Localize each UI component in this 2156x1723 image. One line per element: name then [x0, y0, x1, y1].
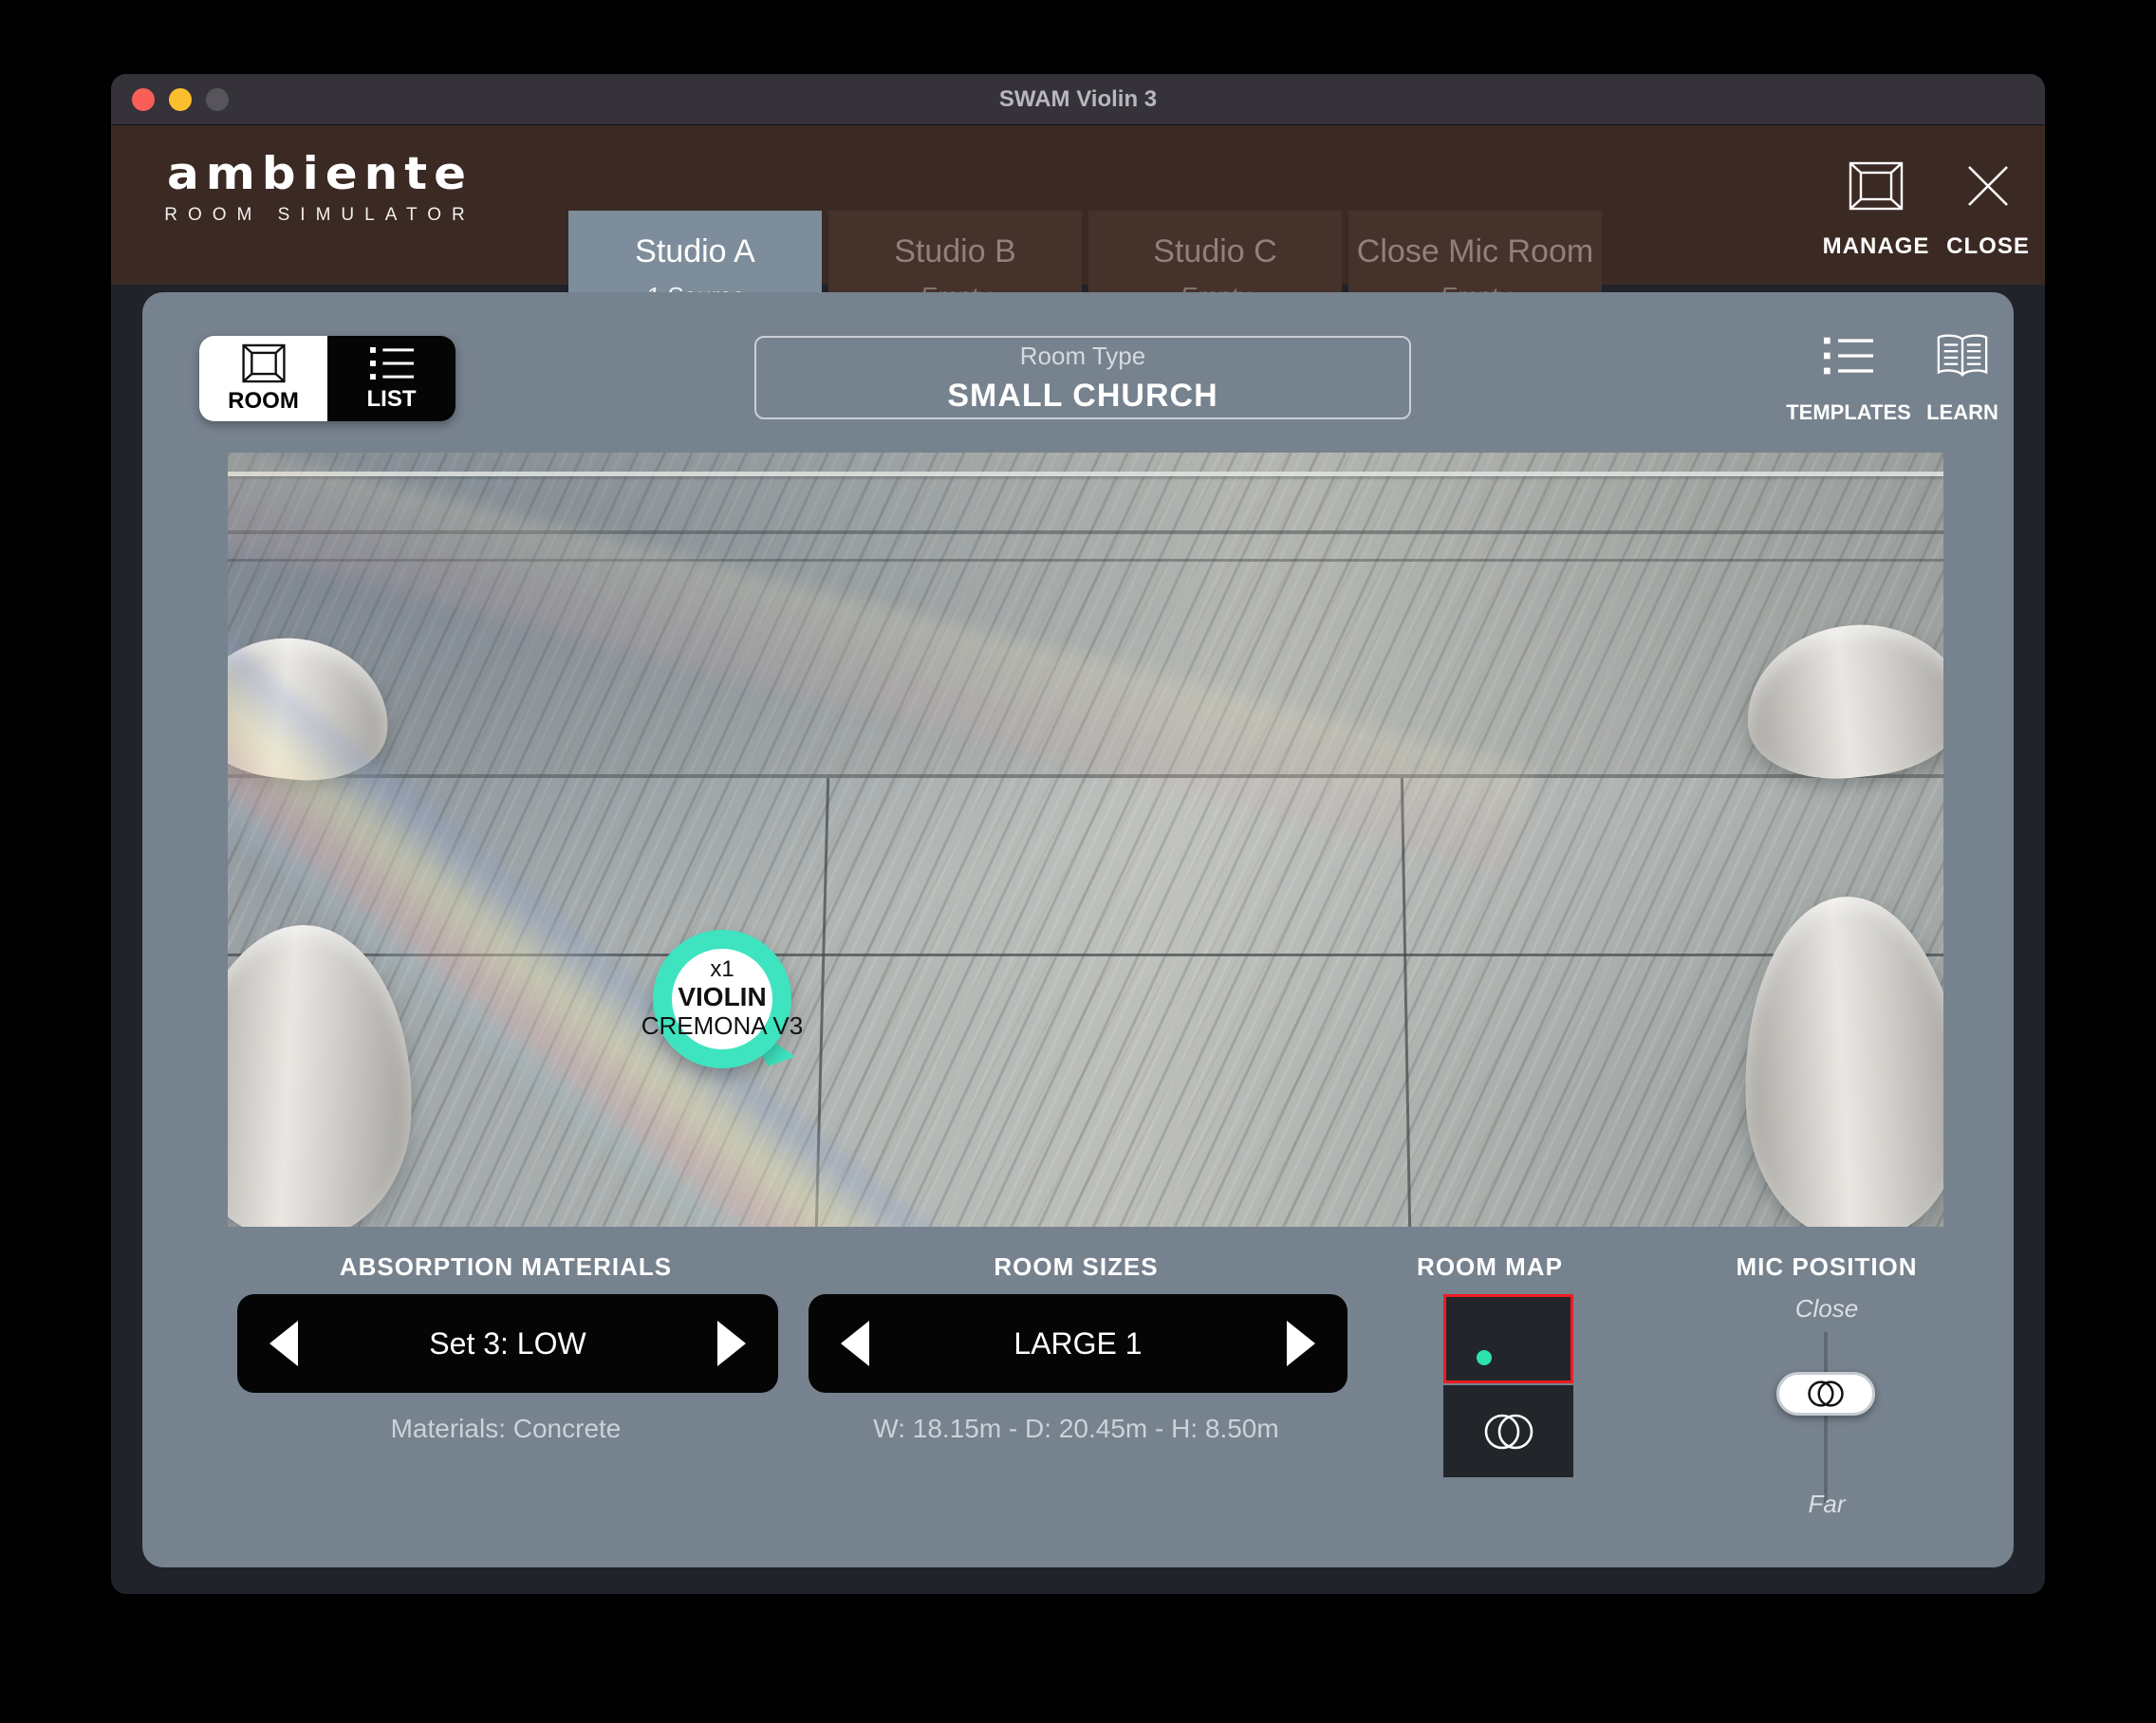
marker-count: x1: [710, 955, 734, 982]
column-bottom-left: [228, 918, 421, 1227]
source-position-dot: [1477, 1350, 1492, 1365]
floor-seam: [1400, 778, 1412, 1227]
window-title: SWAM Violin 3: [998, 86, 1158, 112]
learn-label: LEARN: [1926, 400, 1998, 424]
tab-label: Studio B: [894, 233, 1016, 269]
logo-subtitle: ROOM SIMULATOR: [164, 205, 475, 225]
manage-button[interactable]: MANAGE: [1810, 154, 1942, 260]
room-sizes-value: LARGE 1: [1013, 1325, 1143, 1361]
mic-far-label: Far: [1808, 1490, 1846, 1518]
room-type-value: SMALL CHURCH: [947, 377, 1218, 414]
stereo-mic-icon: [1484, 1414, 1533, 1449]
room-sizes-title: ROOM SIZES: [994, 1252, 1159, 1281]
main-panel: ROOM LIST Room Type SMALL CHURCH TEMPLAT…: [142, 292, 2014, 1567]
app-header: ambiente ROOM SIMULATOR Studio A 1 Sourc…: [111, 125, 2045, 332]
room-type-selector[interactable]: Room Type SMALL CHURCH: [754, 336, 1411, 419]
room-steps: [228, 453, 1943, 778]
step-edge: [228, 559, 1943, 562]
close-button[interactable]: CLOSE: [1929, 154, 2045, 260]
learn-book-icon: [1896, 324, 2029, 387]
room-sizes-selector[interactable]: LARGE 1: [808, 1294, 1348, 1393]
absorption-value: Set 3: LOW: [429, 1325, 586, 1361]
list-view-label: LIST: [366, 385, 417, 412]
absorption-next-arrow-icon[interactable]: [717, 1321, 746, 1366]
manage-frame-icon: [1810, 154, 1942, 218]
stereo-mic-icon: [1808, 1380, 1844, 1407]
room-sizes-next-arrow-icon[interactable]: [1287, 1321, 1315, 1366]
logo-wordmark: ambiente: [166, 147, 474, 200]
mic-position-title: MIC POSITION: [1736, 1252, 1918, 1281]
room-view-button[interactable]: ROOM: [199, 336, 327, 421]
absorption-title: ABSORPTION MATERIALS: [339, 1252, 673, 1281]
room-view-label: ROOM: [228, 387, 299, 414]
room-view-icon: [241, 343, 286, 382]
close-label: CLOSE: [1946, 233, 2030, 259]
close-x-icon: [1929, 154, 2045, 218]
absorption-detail: Materials: Concrete: [390, 1414, 622, 1443]
screen: SWAM Violin 3 ambiente ROOM SIMULATOR St…: [0, 0, 2156, 1723]
tab-label: Studio A: [635, 233, 755, 269]
room-visualization[interactable]: x1 VIOLIN CREMONA V3: [228, 453, 1943, 1227]
step-edge: [228, 530, 1943, 534]
column-bottom-right: [1735, 891, 1943, 1227]
step-edge: [228, 472, 1943, 476]
room-sizes-prev-arrow-icon[interactable]: [841, 1321, 869, 1366]
marker-bubble: x1 VIOLIN CREMONA V3: [641, 930, 803, 1068]
room-map-title: ROOM MAP: [1417, 1252, 1563, 1281]
floor-seam: [814, 778, 830, 1227]
mic-position-track[interactable]: [1824, 1332, 1828, 1503]
room-map-mic-box[interactable]: [1443, 1385, 1573, 1477]
tab-label: Studio C: [1153, 233, 1277, 269]
list-view-icon: [369, 346, 414, 380]
absorption-selector[interactable]: Set 3: LOW: [237, 1294, 778, 1393]
mic-position-handle[interactable]: [1776, 1372, 1875, 1416]
manage-label: MANAGE: [1822, 233, 1930, 259]
list-view-button[interactable]: LIST: [327, 336, 455, 421]
absorption-prev-arrow-icon[interactable]: [270, 1321, 298, 1366]
room-sizes-detail: W: 18.15m - D: 20.45m - H: 8.50m: [873, 1414, 1279, 1443]
ambiente-logo: ambiente ROOM SIMULATOR: [149, 150, 491, 226]
title-bar: SWAM Violin 3: [111, 74, 2045, 125]
floor-seam: [228, 954, 1943, 956]
marker-preset: CREMONA V3: [641, 1011, 804, 1041]
plugin-window: SWAM Violin 3 ambiente ROOM SIMULATOR St…: [111, 74, 2045, 1594]
learn-button[interactable]: LEARN: [1896, 324, 2029, 425]
violin-source-marker[interactable]: x1 VIOLIN CREMONA V3: [641, 930, 803, 1068]
view-toggle: ROOM LIST: [199, 336, 455, 421]
tab-label: Close Mic Room: [1356, 233, 1594, 269]
mic-close-label: Close: [1794, 1294, 1859, 1323]
room-type-label: Room Type: [1019, 341, 1146, 370]
room-map-source-box[interactable]: [1443, 1294, 1573, 1383]
marker-instrument: VIOLIN: [678, 982, 767, 1012]
